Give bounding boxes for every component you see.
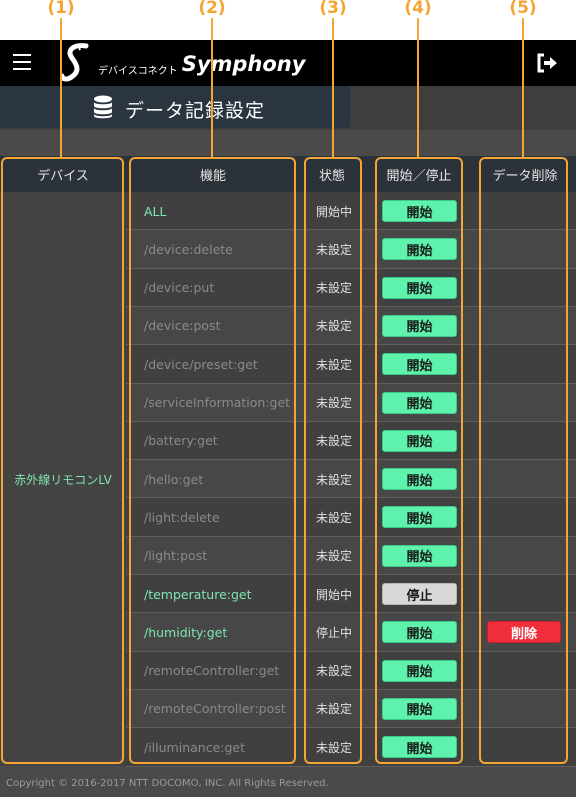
- column-header-device: デバイス: [37, 168, 89, 184]
- callout-strip: [0, 0, 576, 40]
- start-button[interactable]: 開始: [382, 200, 457, 222]
- column-header-start-stop: 開始／停止: [386, 168, 452, 184]
- state-label: 未設定: [315, 434, 352, 449]
- table-row: /battery:get 未設定 開始: [126, 421, 576, 460]
- column-header-state: 状態: [318, 168, 345, 184]
- callout-2: (2): [198, 0, 226, 18]
- function-name: /serviceInformation:get: [144, 395, 291, 410]
- state-label: 未設定: [315, 510, 352, 525]
- logo-subtext: デバイスコネクト: [98, 65, 178, 77]
- callout-4: (4): [404, 0, 432, 18]
- function-name: /temperature:get: [144, 586, 252, 602]
- frame-device-leader-line: [60, 18, 62, 157]
- state-label: 開始中: [315, 204, 352, 219]
- state-label: 未設定: [315, 242, 352, 257]
- start-button[interactable]: 開始: [382, 506, 457, 529]
- start-button[interactable]: 開始: [382, 659, 457, 682]
- table-row: ALL 開始中 開始: [126, 192, 576, 230]
- hamburger-icon[interactable]: [13, 54, 31, 70]
- callout-1: (1): [47, 0, 75, 18]
- table-row: /light:post 未設定 開始: [126, 536, 576, 575]
- table-row: /remoteController:post 未設定 開始: [126, 689, 576, 728]
- start-button[interactable]: 開始: [382, 238, 457, 261]
- start-button[interactable]: 開始: [382, 429, 457, 452]
- column-header-function: 機能: [199, 168, 226, 184]
- state-label: 未設定: [315, 472, 352, 487]
- function-name: ALL: [144, 203, 167, 219]
- frame-function-leader-line: [211, 18, 213, 157]
- state-label: 未設定: [315, 396, 352, 410]
- frame-state-leader-line: [332, 18, 334, 157]
- logo-s-icon: [60, 43, 89, 82]
- table-row: /device:put 未設定 開始: [126, 268, 576, 307]
- logo-text: Symphony: [181, 52, 306, 76]
- function-name: /light:delete: [144, 509, 220, 525]
- function-name: /remoteController:get: [144, 663, 280, 679]
- start-button[interactable]: 開始: [382, 544, 457, 567]
- table-row: /device:delete 未設定 開始: [126, 230, 576, 269]
- state-label: 未設定: [315, 357, 352, 372]
- frame-start-stop-leader-line: [417, 18, 419, 157]
- callout-3: (3): [319, 0, 347, 18]
- start-button[interactable]: 開始: [382, 736, 457, 759]
- state-label: 未設定: [315, 664, 352, 679]
- state-label: 開始中: [315, 587, 352, 602]
- row-divider: [126, 765, 576, 767]
- state-label: 未設定: [315, 319, 352, 334]
- state-label: 未設定: [315, 740, 352, 755]
- app-header: デバイスコネクト Symphony: [0, 40, 576, 86]
- function-name: /remoteController:post: [144, 701, 286, 717]
- page-title: データ記録設定: [125, 100, 266, 122]
- function-name: /light:post: [144, 548, 208, 564]
- state-label: 停止中: [315, 625, 352, 640]
- table-row: /temperature:get 開始中 停止: [126, 575, 576, 613]
- function-name: /hello:get: [144, 471, 204, 487]
- function-name: /humidity:get: [144, 624, 228, 640]
- start-button[interactable]: 開始: [382, 621, 457, 644]
- table-row: /illuminance:get 未設定 開始: [126, 728, 576, 767]
- stop-button[interactable]: 停止: [382, 583, 457, 605]
- start-button[interactable]: 開始: [382, 468, 457, 491]
- function-name: /device:delete: [144, 241, 233, 257]
- function-name: /device/preset:get: [144, 356, 258, 372]
- start-button[interactable]: 開始: [382, 353, 457, 376]
- start-button[interactable]: 開始: [382, 314, 457, 337]
- state-label: 未設定: [315, 702, 352, 717]
- start-button[interactable]: 開始: [382, 391, 457, 414]
- function-name: /illuminance:get: [144, 739, 246, 755]
- start-button[interactable]: 開始: [382, 697, 457, 720]
- device-cell: 赤外線リモコンLV: [0, 192, 126, 766]
- function-name: /device:put: [144, 280, 215, 296]
- table-row: /humidity:get 停止中 開始 削除: [126, 613, 576, 652]
- table-row: /remoteController:get 未設定 開始: [126, 651, 576, 690]
- footer-copyright: Copyright © 2016-2017 NTT DOCOMO, INC. A…: [6, 778, 329, 789]
- column-header-delete: データ削除: [492, 168, 558, 184]
- state-label: 未設定: [315, 549, 352, 564]
- app-logo: デバイスコネクト Symphony: [60, 40, 305, 86]
- table-row: /serviceInformation:get 未設定 開始: [126, 383, 576, 422]
- frame-delete-leader-line: [522, 18, 524, 157]
- delete-button[interactable]: 削除: [487, 621, 561, 644]
- table-row: /device/preset:get 未設定 開始: [126, 345, 576, 384]
- table-row: /hello:get 未設定 開始: [126, 460, 576, 499]
- function-name: /battery:get: [144, 433, 218, 449]
- start-button[interactable]: 開始: [382, 276, 457, 299]
- table-row: /light:delete 未設定 開始: [126, 498, 576, 537]
- table-row: /device:post 未設定 開始: [126, 306, 576, 345]
- logout-icon[interactable]: [536, 53, 558, 73]
- state-label: 未設定: [315, 281, 352, 296]
- function-name: /device:post: [144, 318, 221, 334]
- callout-5: (5): [509, 0, 537, 18]
- database-icon: [94, 95, 112, 119]
